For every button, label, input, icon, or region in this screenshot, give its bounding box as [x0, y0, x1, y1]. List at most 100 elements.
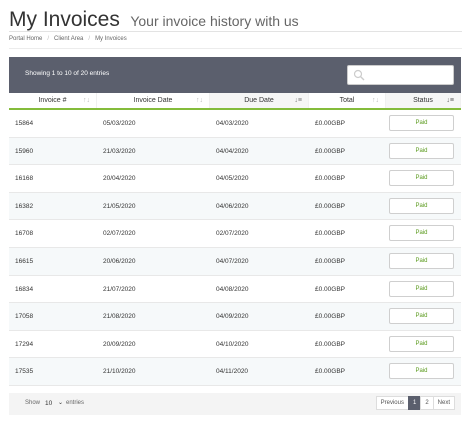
table-row[interactable]: 16708 02/07/2020 02/07/2020 £0.00GBP Paid — [9, 220, 461, 248]
status-badge: Paid — [389, 252, 454, 269]
due-date: 04/07/2020 — [216, 257, 249, 265]
column-header-due-date[interactable]: Due Date ↓≡ — [210, 93, 309, 108]
search-icon — [353, 69, 365, 81]
breadcrumb-client-area[interactable]: Client Area — [54, 36, 83, 42]
status-cell: Paid — [386, 138, 461, 165]
page-header: My Invoices Your invoice history with us — [9, 8, 299, 32]
invoice-date: 20/04/2020 — [103, 175, 136, 183]
sort-icon: ↑↓ — [83, 97, 90, 104]
header-divider — [9, 31, 462, 32]
column-label: Due Date — [244, 97, 274, 104]
table-row[interactable]: 17535 21/10/2020 04/11/2020 £0.00GBP Paid — [9, 358, 461, 386]
invoice-number: 17058 — [15, 313, 34, 321]
due-date: 04/11/2020 — [216, 368, 249, 376]
sort-asc-icon: ↓≡ — [294, 97, 302, 104]
invoice-date: 21/03/2020 — [103, 147, 136, 155]
invoice-number: 16834 — [15, 285, 34, 293]
due-date: 04/03/2020 — [216, 120, 249, 127]
due-date: 04/04/2020 — [216, 147, 249, 155]
due-date: 04/08/2020 — [216, 285, 249, 293]
status-badge: Paid — [389, 363, 454, 380]
invoice-date: 21/05/2020 — [103, 202, 136, 210]
breadcrumb: Portal Home / Client Area / My Invoices — [9, 36, 127, 42]
invoice-total: £0.00GBP — [315, 147, 345, 155]
previous-page-button[interactable]: Previous — [375, 395, 409, 410]
status-cell: Paid — [386, 193, 461, 220]
sort-icon: ↑↓ — [372, 97, 379, 104]
table-toolbar: Showing 1 to 10 of 20 entries — [9, 57, 461, 93]
sort-desc-icon: ↓≡ — [446, 97, 454, 104]
table-row[interactable]: 16834 21/07/2020 04/08/2020 £0.00GBP Paid — [9, 275, 461, 304]
search-box[interactable] — [347, 65, 454, 85]
page-length-select[interactable]: 10 ⌄ — [42, 397, 64, 410]
status-cell: Paid — [386, 331, 461, 358]
column-header-status[interactable]: Status ↓≡ — [386, 93, 461, 108]
status-badge: Paid — [389, 197, 454, 214]
invoice-total: £0.00GBP — [315, 285, 345, 293]
invoice-total: £0.00GBP — [315, 368, 345, 376]
next-page-button[interactable]: Next — [432, 395, 455, 410]
invoice-date: 05/03/2020 — [103, 120, 136, 127]
status-cell: Paid — [386, 358, 461, 385]
invoice-total: £0.00GBP — [315, 175, 345, 183]
column-header-invoice-number[interactable]: Invoice # ↑↓ — [9, 93, 97, 108]
due-date: 04/10/2020 — [216, 340, 249, 348]
invoice-total: £0.00GBP — [315, 120, 345, 127]
table-row[interactable]: 17294 20/09/2020 04/10/2020 £0.00GBP Paid — [9, 330, 461, 359]
column-header-invoice-date[interactable]: Invoice Date ↑↓ — [97, 93, 210, 108]
table-row[interactable]: 17058 21/08/2020 04/09/2020 £0.00GBP Paid — [9, 303, 461, 331]
page-2-button[interactable]: 2 — [420, 395, 434, 410]
search-input[interactable] — [368, 68, 450, 82]
status-badge: Paid — [389, 280, 454, 297]
invoice-number: 16382 — [15, 202, 34, 210]
column-header-total[interactable]: Total ↑↓ — [309, 93, 386, 108]
column-label: Total — [339, 97, 355, 104]
status-cell: Paid — [386, 165, 461, 192]
status-cell: Paid — [386, 220, 461, 247]
status-cell: Paid — [386, 276, 461, 303]
sort-icon: ↑↓ — [196, 97, 203, 104]
page-1-button[interactable]: 1 — [407, 395, 422, 410]
invoice-date: 21/08/2020 — [103, 313, 136, 321]
breadcrumb-divider — [9, 48, 462, 49]
table-row[interactable]: 15864 05/03/2020 04/03/2020 £0.00GBP Paid — [9, 110, 461, 138]
table-row[interactable]: 15960 21/03/2020 04/04/2020 £0.00GBP Paid — [9, 137, 461, 166]
breadcrumb-separator: / — [47, 36, 50, 42]
invoice-total: £0.00GBP — [315, 257, 345, 265]
invoice-total: £0.00GBP — [315, 230, 345, 238]
invoice-date: 21/10/2020 — [103, 368, 136, 376]
table-row[interactable]: 16382 21/05/2020 04/06/2020 £0.00GBP Paid — [9, 192, 461, 221]
table-row[interactable]: 16615 20/06/2020 04/07/2020 £0.00GBP Paid — [9, 247, 461, 276]
breadcrumb-my-invoices: My Invoices — [95, 36, 127, 42]
entries-label: entries — [66, 399, 85, 406]
status-badge: Paid — [389, 142, 454, 159]
chevron-down-icon: ⌄ — [57, 399, 63, 406]
due-date: 04/09/2020 — [216, 313, 249, 321]
status-cell: Paid — [386, 303, 461, 330]
entries-info: Showing 1 to 10 of 20 entries — [25, 70, 110, 77]
invoice-total: £0.00GBP — [315, 202, 345, 210]
page-title: My Invoices — [9, 8, 120, 31]
invoice-total: £0.00GBP — [315, 313, 345, 321]
page-subtitle: Your invoice history with us — [130, 13, 299, 29]
pagination: Previous 1 2 Next — [375, 395, 455, 410]
invoice-number: 15960 — [15, 147, 34, 155]
status-cell: Paid — [386, 248, 461, 275]
invoice-number: 17535 — [15, 368, 34, 376]
invoice-number: 15864 — [15, 120, 34, 127]
table-footer: Show 10 ⌄ entries Previous 1 2 Next — [9, 392, 461, 415]
invoice-number: 16168 — [15, 175, 34, 183]
invoice-date: 20/09/2020 — [103, 340, 136, 348]
invoice-date: 20/06/2020 — [103, 257, 136, 265]
invoice-date: 02/07/2020 — [103, 230, 136, 238]
status-badge: Paid — [389, 308, 454, 325]
breadcrumb-portal-home[interactable]: Portal Home — [9, 36, 42, 42]
invoices-table: Showing 1 to 10 of 20 entries Invoice # ↑… — [9, 57, 461, 415]
table-row[interactable]: 16168 20/04/2020 04/05/2020 £0.00GBP Paid — [9, 165, 461, 193]
column-label: Status — [413, 97, 433, 104]
due-date: 04/06/2020 — [216, 202, 249, 210]
invoice-total: £0.00GBP — [315, 340, 345, 348]
invoice-number: 17294 — [15, 340, 34, 348]
show-label: Show — [25, 399, 41, 406]
table-body: 15864 05/03/2020 04/03/2020 £0.00GBP Paid 15… — [9, 110, 461, 386]
